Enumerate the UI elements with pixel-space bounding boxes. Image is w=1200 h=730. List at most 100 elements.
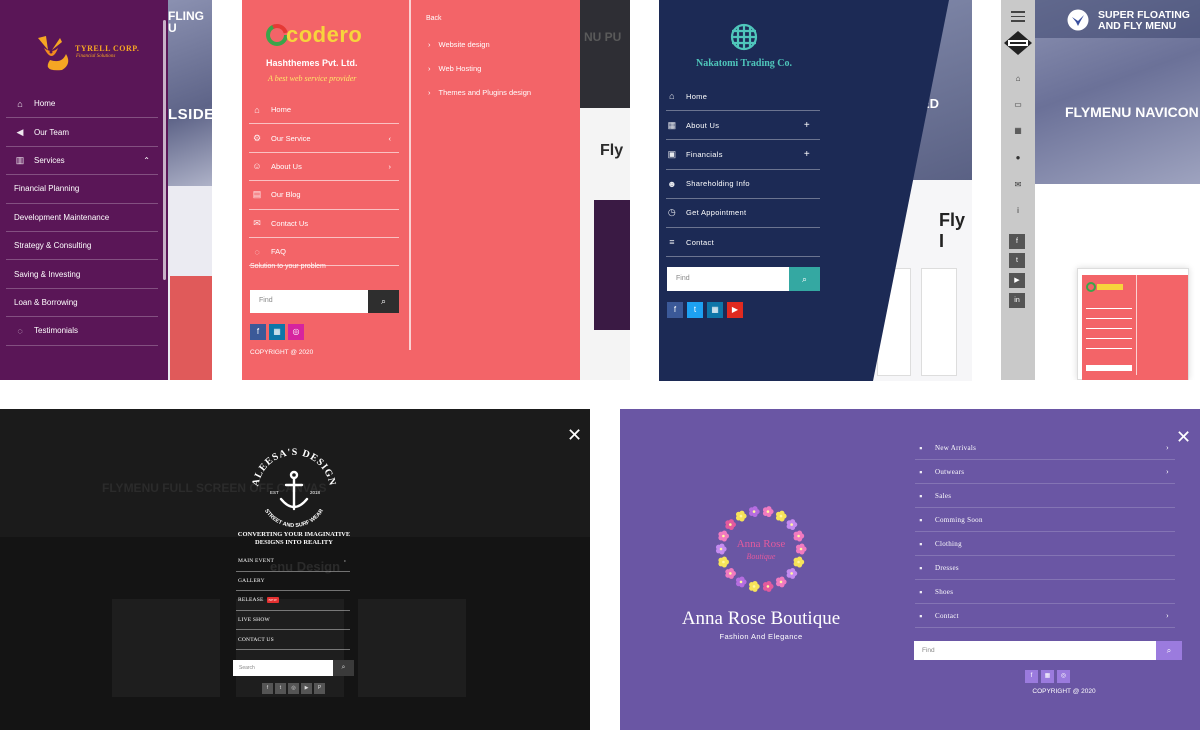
flower-icon: [749, 506, 760, 518]
back-link[interactable]: Back: [426, 15, 442, 22]
chevron-icon[interactable]: ›: [1166, 443, 1169, 452]
sidebar-item-loan-borrowing[interactable]: Loan & Borrowing: [6, 289, 158, 318]
sidebar-item-contact-us[interactable]: ✉ Contact Us: [249, 210, 399, 238]
search-button[interactable]: ⌕: [333, 660, 354, 676]
flower-icon: [718, 530, 730, 542]
youtube-icon[interactable]: ▶: [1009, 273, 1025, 288]
sidebar-item-our-blog[interactable]: ▤ Our Blog: [249, 181, 399, 210]
menu-item-contact[interactable]: ▪ Contact ›: [915, 604, 1175, 628]
search-input[interactable]: Find: [914, 641, 1156, 660]
menu-item-comming-soon[interactable]: ▪ Comming Soon: [915, 508, 1175, 532]
menu-item-label: Sales: [935, 491, 952, 500]
chevron-icon[interactable]: ›: [344, 558, 346, 564]
menu-item-clothing[interactable]: ▪ Clothing: [915, 532, 1175, 556]
hamburger-icon[interactable]: [1011, 8, 1025, 25]
page-heading: NU PU: [584, 30, 622, 44]
sidebar-item-our-team[interactable]: ◀ Our Team: [6, 118, 158, 147]
facebook-icon[interactable]: f: [667, 302, 683, 318]
sidebar-menu: ⌂ Home ▦ About Us + ▣ Financials + ☻ Shareholding…: [666, 82, 820, 258]
sidebar-item-financials[interactable]: ▣ Financials +: [666, 140, 820, 170]
chevron-icon[interactable]: ⌃: [143, 156, 150, 165]
submenu-item-label: Themes and Plugins design: [438, 87, 532, 97]
sidebar-item-home[interactable]: ⌂ Home: [666, 82, 820, 112]
sidebar-item-financial-planning[interactable]: Financial Planning: [6, 175, 158, 204]
search-input[interactable]: Find: [667, 267, 789, 291]
facebook-icon[interactable]: f: [262, 683, 273, 694]
codero-logo-icon: [1086, 282, 1123, 292]
menu-item-main-event[interactable]: MAIN EVENT ›: [236, 552, 350, 572]
youtube-icon[interactable]: ▶: [727, 302, 743, 318]
facebook-icon[interactable]: f: [1009, 234, 1025, 249]
chevron-icon[interactable]: ›: [1166, 467, 1169, 476]
sidebar-item-development-maintenance[interactable]: Development Maintenance: [6, 204, 158, 232]
chevron-icon[interactable]: ‹: [389, 134, 392, 143]
facebook-icon[interactable]: f: [1025, 670, 1038, 683]
plus-icon[interactable]: +: [804, 120, 810, 131]
sidebar-item-our-service[interactable]: ⚙ Our Service ‹: [249, 124, 399, 153]
flower-icon: [793, 530, 805, 542]
sidebar-item-testimonials[interactable]: ◌ Testimonials: [6, 317, 158, 346]
scrollbar[interactable]: [163, 20, 166, 280]
menu-item-shoes[interactable]: ▪ Shoes: [915, 580, 1175, 604]
linkedin-icon[interactable]: ▦: [707, 302, 723, 318]
menu-item-label: RELEASE: [238, 597, 264, 604]
chevron-right-icon: ›: [428, 87, 431, 97]
sidebar-item-saving-investing[interactable]: Saving & Investing: [6, 260, 158, 289]
knot-logo-icon: [730, 23, 758, 51]
bag-icon: ▪: [919, 466, 923, 477]
info-icon[interactable]: i: [1001, 206, 1035, 215]
twitter-icon[interactable]: t: [275, 683, 286, 694]
flower-icon: [775, 510, 787, 522]
menu-item-release[interactable]: RELEASE NEW: [236, 591, 350, 611]
sidebar-item-shareholding-info[interactable]: ☻ Shareholding Info: [666, 170, 820, 199]
submenu-item-themes-and-plugins-design[interactable]: › Themes and Plugins design: [428, 80, 531, 104]
search-button[interactable]: ⌕: [368, 290, 399, 313]
facebook-icon[interactable]: f: [250, 324, 266, 340]
menu-item-dresses[interactable]: ▪ Dresses: [915, 556, 1175, 580]
plus-icon[interactable]: +: [804, 149, 810, 160]
linkedin-icon[interactable]: in: [1009, 293, 1025, 308]
search-input[interactable]: Find: [250, 290, 368, 313]
instagram-icon[interactable]: ◎: [288, 683, 299, 694]
close-icon[interactable]: ✕: [1176, 427, 1191, 448]
sidebar-item-home[interactable]: ⌂ Home: [249, 96, 399, 125]
chevron-icon[interactable]: ›: [1166, 611, 1169, 620]
sidebar-item-get-appointment[interactable]: ◷ Get Appointment: [666, 199, 820, 228]
menu-item-outwears[interactable]: ▪ Outwears ›: [915, 460, 1175, 484]
grid-icon[interactable]: ▦: [1001, 126, 1035, 135]
sidebar-item-services[interactable]: ▥ Services ⌃: [6, 147, 158, 176]
home-icon[interactable]: ⌂: [1001, 74, 1035, 83]
close-icon[interactable]: ✕: [567, 425, 582, 446]
instagram-icon[interactable]: ◎: [1057, 670, 1070, 683]
search-input[interactable]: Search: [233, 660, 333, 676]
twitter-icon[interactable]: t: [687, 302, 703, 318]
sidebar-item-strategy-consulting[interactable]: Strategy & Consulting: [6, 232, 158, 261]
briefcase-icon[interactable]: ▭: [1001, 100, 1035, 109]
menu-item-label: Dresses: [935, 563, 959, 572]
linkedin-icon[interactable]: ▦: [269, 324, 285, 340]
submenu-item-web-hosting[interactable]: › Web Hosting: [428, 56, 531, 80]
chevron-icon[interactable]: ›: [389, 162, 392, 171]
menu-item-contact-us[interactable]: CONTACT US: [236, 630, 350, 650]
super-floating-menu-demo: SUPER FLOATING AND FLY MENU FLYMENU NAVI…: [1001, 0, 1200, 380]
search-button[interactable]: ⌕: [1156, 641, 1182, 660]
linkedin-icon[interactable]: ▦: [1041, 670, 1054, 683]
pinterest-icon[interactable]: P: [314, 683, 325, 694]
sidebar-item-about-us[interactable]: ☺ About Us ›: [249, 153, 399, 182]
submenu-item-website-design[interactable]: › Website design: [428, 32, 531, 56]
twitter-icon[interactable]: t: [1009, 253, 1025, 268]
sidebar-item-label: Financials: [686, 149, 723, 159]
menu-item-live-show[interactable]: LIVE SHOW: [236, 611, 350, 631]
menu-item-new-arrivals[interactable]: ▪ New Arrivals ›: [915, 436, 1175, 460]
youtube-icon[interactable]: ▶: [301, 683, 312, 694]
instagram-icon[interactable]: ◎: [288, 324, 304, 340]
location-icon[interactable]: ●: [1001, 153, 1035, 162]
menu-item-sales[interactable]: ▪ Sales: [915, 484, 1175, 508]
search-button[interactable]: ⌕: [789, 267, 820, 291]
sidebar-item-home[interactable]: ⌂ Home: [6, 90, 158, 119]
sidebar-item-contact[interactable]: ≡ Contact: [666, 228, 820, 258]
sidebar-item-about-us[interactable]: ▦ About Us +: [666, 111, 820, 141]
menu-item-gallery[interactable]: GALLERY: [236, 572, 350, 592]
envelope-icon[interactable]: ✉: [1001, 180, 1035, 189]
sidebar-item-label: Strategy & Consulting: [14, 241, 92, 251]
